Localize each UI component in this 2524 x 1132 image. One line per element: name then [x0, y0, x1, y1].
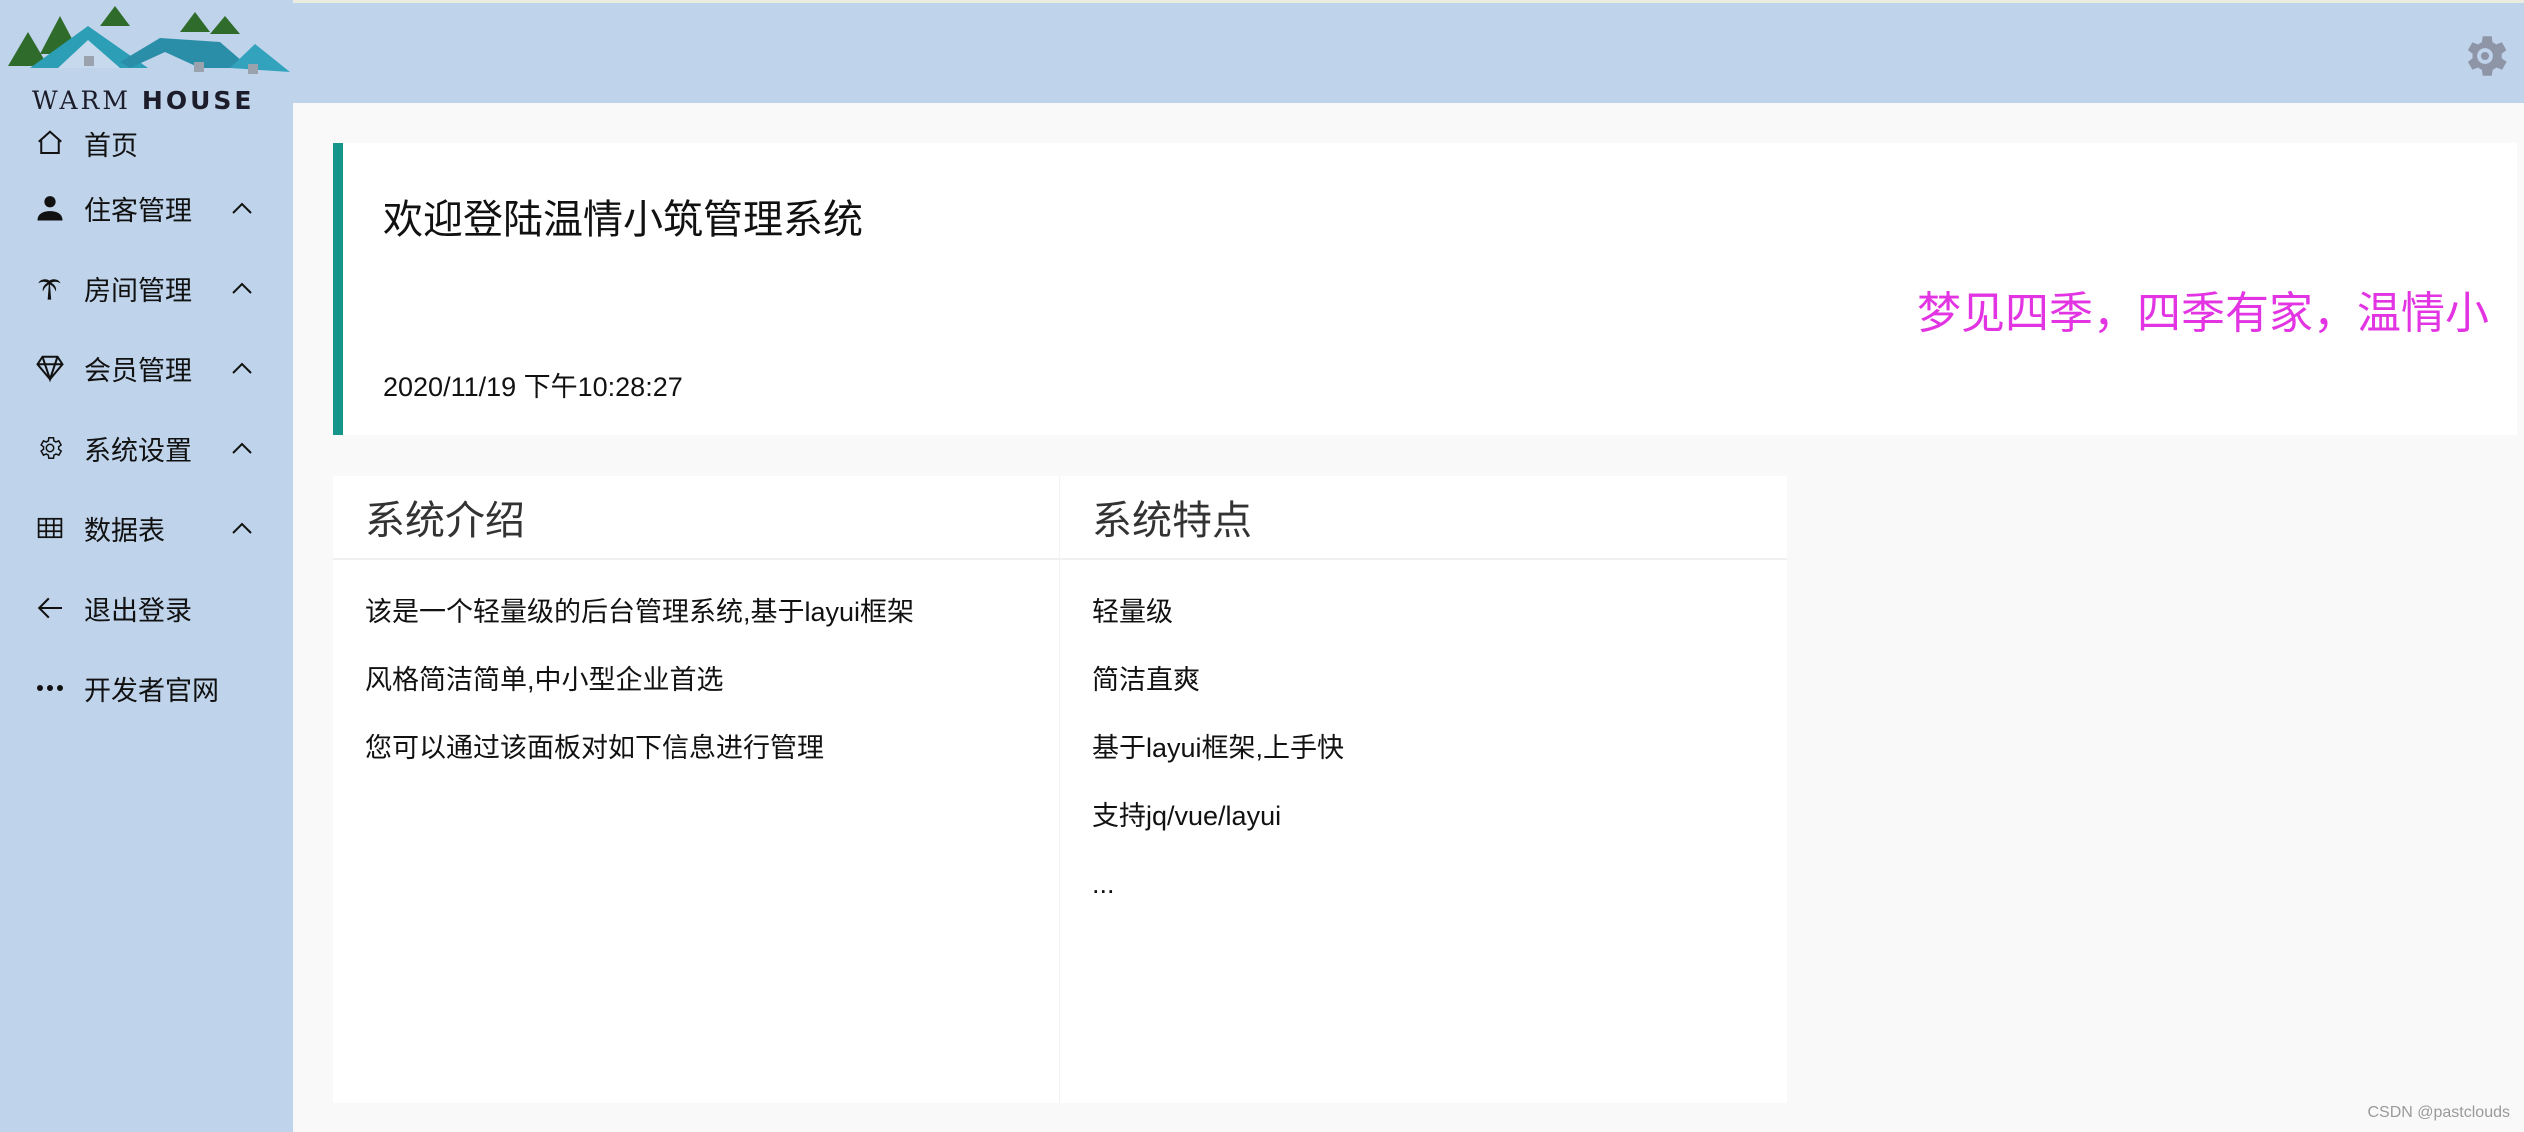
sidebar-nav: 首页 住客管理 房间管理 会员管理 系统设置 数据表 退出登录 开发者官网 — [0, 118, 293, 728]
feature-line: 轻量级 — [1092, 597, 1173, 627]
chevron-up-icon[interactable] — [228, 274, 256, 302]
sidebar-item-label: 房间管理 — [84, 275, 192, 307]
intro-line: 您可以通过该面板对如下信息进行管理 — [365, 733, 824, 763]
feature-line: 基于layui框架,上手快 — [1092, 733, 1345, 763]
sidebar: WARM HOUSE 首页 住客管理 房间管理 会员管理 系统设置 数据表 退出… — [0, 0, 293, 1132]
panel-body: 轻量级 简洁直爽 基于layui框架,上手快 支持jq/vue/layui ..… — [1060, 560, 1787, 948]
sidebar-item-label: 数据表 — [84, 515, 165, 547]
chevron-up-icon[interactable] — [228, 434, 256, 462]
palm-tree-icon — [34, 272, 66, 304]
sidebar-item-tables[interactable]: 数据表 — [0, 488, 293, 568]
panel-body: 该是一个轻量级的后台管理系统,基于layui框架 风格简洁简单,中小型企业首选 … — [333, 560, 1059, 812]
sidebar-item-label: 首页 — [84, 130, 138, 162]
sidebar-item-label: 会员管理 — [84, 355, 192, 387]
gear-icon[interactable] — [2458, 29, 2512, 83]
sidebar-item-label: 退出登录 — [84, 595, 192, 627]
house-logo-icon — [8, 6, 290, 74]
sidebar-item-settings[interactable]: 系统设置 — [0, 408, 293, 488]
current-datetime: 2020/11/19 下午10:28:27 — [383, 372, 683, 402]
sidebar-item-label: 住客管理 — [84, 195, 192, 227]
panel-title: 系统介绍 — [333, 476, 1059, 560]
feature-line: 支持jq/vue/layui — [1092, 801, 1282, 831]
system-intro-panel: 系统介绍 该是一个轻量级的后台管理系统,基于layui框架 风格简洁简单,中小型… — [333, 476, 1060, 1103]
sidebar-item-label: 开发者官网 — [84, 675, 219, 707]
chevron-up-icon[interactable] — [228, 354, 256, 382]
sidebar-item-guests[interactable]: 住客管理 — [0, 168, 293, 248]
welcome-card: 欢迎登陆温情小筑管理系统 梦见四季，四季有家，温情小 2020/11/19 下午… — [333, 143, 2517, 435]
user-icon — [34, 192, 66, 224]
gear-icon — [34, 432, 66, 464]
home-icon — [34, 127, 66, 159]
sidebar-item-rooms[interactable]: 房间管理 — [0, 248, 293, 328]
system-features-panel: 系统特点 轻量级 简洁直爽 基于layui框架,上手快 支持jq/vue/lay… — [1060, 476, 1787, 1103]
intro-line: 风格简洁简单,中小型企业首选 — [365, 665, 724, 695]
intro-line: 该是一个轻量级的后台管理系统,基于layui框架 — [365, 597, 915, 627]
diamond-icon — [34, 352, 66, 384]
watermark: CSDN @pastclouds — [2367, 1104, 2510, 1121]
sidebar-item-members[interactable]: 会员管理 — [0, 328, 293, 408]
welcome-title: 欢迎登陆温情小筑管理系统 — [383, 197, 863, 243]
chevron-up-icon[interactable] — [228, 194, 256, 222]
top-header — [0, 0, 2524, 103]
sidebar-item-home[interactable]: 首页 — [0, 118, 293, 168]
feature-line: ... — [1092, 869, 1115, 899]
arrow-left-icon — [34, 592, 66, 624]
sidebar-item-logout[interactable]: 退出登录 — [0, 568, 293, 648]
marquee-text: 梦见四季，四季有家，温情小 — [1917, 288, 2489, 339]
sidebar-item-developer-site[interactable]: 开发者官网 — [0, 648, 293, 728]
more-icon — [34, 672, 66, 704]
chevron-up-icon[interactable] — [228, 514, 256, 542]
table-icon — [34, 512, 66, 544]
panel-title: 系统特点 — [1060, 476, 1787, 560]
logo-text: WARM HOUSE — [32, 86, 255, 115]
sidebar-item-label: 系统设置 — [84, 435, 192, 467]
feature-line: 简洁直爽 — [1092, 665, 1200, 695]
logo[interactable]: WARM HOUSE — [0, 4, 293, 115]
